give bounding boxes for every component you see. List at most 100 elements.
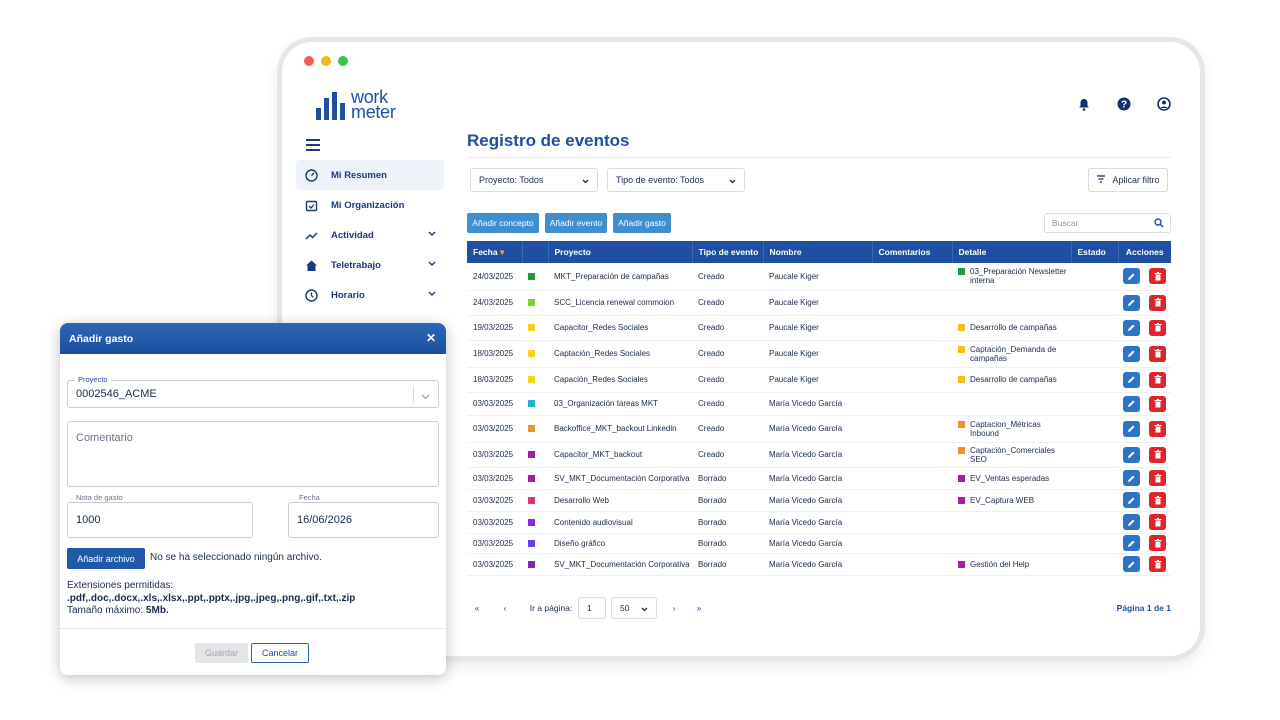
add-file-button[interactable]: Añadir archivo xyxy=(67,548,145,569)
proyecto-select[interactable]: 0002546_ACME xyxy=(67,380,439,408)
table-row[interactable]: 18/03/2025 Capación_Redes Sociales Creado P… xyxy=(467,367,1171,393)
edit-icon[interactable] xyxy=(1123,492,1140,508)
cell-nombre: María Vicedo García xyxy=(763,533,872,554)
cell-estado xyxy=(1071,392,1118,416)
next-page-icon[interactable]: › xyxy=(664,597,684,619)
prev-page-icon[interactable]: ‹ xyxy=(495,597,515,619)
delete-icon[interactable] xyxy=(1149,371,1166,388)
comentario-field[interactable]: Comentario xyxy=(67,421,439,487)
delete-icon[interactable] xyxy=(1149,395,1166,412)
maximize-window-dot[interactable] xyxy=(338,56,348,66)
delete-icon[interactable] xyxy=(1149,420,1166,437)
table-row[interactable]: 18/03/2025 Captación_Redes Sociales Creado… xyxy=(467,340,1171,368)
chevron-down-icon[interactable] xyxy=(428,229,436,240)
fecha-label: Fecha xyxy=(296,493,323,502)
edit-icon[interactable] xyxy=(1123,420,1140,437)
add-gasto-button[interactable]: Añadir gasto xyxy=(613,213,671,233)
col-header-tipo[interactable]: Tipo de evento xyxy=(692,241,764,263)
add-concepto-button[interactable]: Añadir concepto xyxy=(467,213,539,233)
delete-icon[interactable] xyxy=(1149,470,1166,486)
delete-icon[interactable] xyxy=(1149,514,1166,530)
edit-icon[interactable] xyxy=(1123,446,1140,463)
delete-icon[interactable] xyxy=(1149,294,1166,311)
edit-icon[interactable] xyxy=(1123,514,1140,530)
cell-proyecto: Contenido audiovisual xyxy=(548,511,692,534)
project-color-swatch xyxy=(528,496,535,504)
table-row[interactable]: 03/03/2025 03_Organización tareas MKT Crea… xyxy=(467,392,1171,416)
cell-acciones xyxy=(1118,489,1171,512)
col-header-nombre[interactable]: Nombre xyxy=(763,241,873,263)
edit-icon[interactable] xyxy=(1123,535,1140,551)
edit-icon[interactable] xyxy=(1123,319,1140,336)
chevron-down-icon[interactable] xyxy=(428,289,436,300)
delete-icon[interactable] xyxy=(1149,535,1166,551)
table-row[interactable]: 03/03/2025 Diseño gráfico Borrado María Vic… xyxy=(467,533,1171,554)
help-icon[interactable]: ? xyxy=(1116,96,1132,112)
sidebar-item-actividad[interactable]: Actividad xyxy=(296,220,444,250)
delete-icon[interactable] xyxy=(1149,492,1166,508)
save-button[interactable]: Guardar xyxy=(195,643,248,663)
cell-estado xyxy=(1071,533,1118,554)
search-input[interactable]: Buscar xyxy=(1044,213,1171,233)
edit-icon[interactable] xyxy=(1123,470,1140,486)
table-row[interactable]: 24/03/2025 MKT_Preparación de campañas Cre… xyxy=(467,263,1171,291)
sidebar-item-horario[interactable]: Horario xyxy=(296,280,444,310)
edit-icon[interactable] xyxy=(1123,268,1140,285)
close-icon[interactable]: ✕ xyxy=(426,331,436,345)
table-row[interactable]: 03/03/2025 Contenido audiovisual Borrado Ma… xyxy=(467,511,1171,534)
edit-icon[interactable] xyxy=(1123,556,1140,572)
cell-nombre: Paucale Kiger xyxy=(763,263,872,291)
col-header-proyecto[interactable]: Proyecto xyxy=(548,241,693,263)
edit-icon[interactable] xyxy=(1123,371,1140,388)
table-row[interactable]: 03/03/2025 Capacitor_MKT_backout Creado Mar… xyxy=(467,442,1171,468)
cell-nombre: María Vicedo García xyxy=(763,415,872,443)
delete-icon[interactable] xyxy=(1149,319,1166,336)
proyecto-filter-select[interactable]: Proyecto: Todos xyxy=(470,168,598,192)
col-header-comentarios[interactable]: Comentarios xyxy=(872,241,953,263)
table-row[interactable]: 03/03/2025 Desarrollo Web Borrado María Vic… xyxy=(467,489,1171,512)
col-header-estado[interactable]: Estado xyxy=(1071,241,1119,263)
table-body: 24/03/2025 MKT_Preparación de campañas Cre… xyxy=(467,263,1171,576)
table-row[interactable]: 03/03/2025 SV_MKT_Documentación Corporati… xyxy=(467,467,1171,490)
user-icon[interactable] xyxy=(1156,96,1172,112)
cancel-button[interactable]: Cancelar xyxy=(251,643,309,663)
first-page-icon[interactable]: « xyxy=(467,597,487,619)
tipo-evento-filter-select[interactable]: Tipo de evento: Todos xyxy=(607,168,745,192)
col-header-fecha[interactable]: Fecha ▾ xyxy=(467,241,523,263)
table-row[interactable]: 03/03/2025 Backoffice_MKT_backout Linkedi… xyxy=(467,415,1171,443)
nota-gasto-field[interactable]: 1000 xyxy=(67,502,253,538)
chevron-down-icon[interactable] xyxy=(428,259,436,270)
menu-icon[interactable] xyxy=(306,139,320,154)
bell-icon[interactable] xyxy=(1076,96,1092,112)
edit-icon[interactable] xyxy=(1123,395,1140,412)
delete-icon[interactable] xyxy=(1149,345,1166,362)
fecha-field[interactable]: 16/06/2026 xyxy=(288,502,439,538)
close-window-dot[interactable] xyxy=(304,56,314,66)
per-page-select[interactable]: 50 xyxy=(611,597,657,619)
detalle-color-swatch xyxy=(958,474,965,482)
cell-tipo: Borrado xyxy=(692,511,763,534)
delete-icon[interactable] xyxy=(1149,556,1166,572)
edit-icon[interactable] xyxy=(1123,345,1140,362)
sidebar-item-label: Mi Organización xyxy=(331,199,405,211)
table-row[interactable]: 03/03/2025 SV_MKT_Documentación Corporati… xyxy=(467,553,1171,576)
last-page-icon[interactable]: » xyxy=(689,597,709,619)
minimize-window-dot[interactable] xyxy=(321,56,331,66)
edit-icon[interactable] xyxy=(1123,294,1140,311)
sidebar-item-teletrabajo[interactable]: Teletrabajo xyxy=(296,250,444,280)
col-header-detalle[interactable]: Detalle xyxy=(952,241,1072,263)
apply-filter-button[interactable]: Aplicar filtro xyxy=(1088,168,1168,192)
search-placeholder: Buscar xyxy=(1052,218,1079,228)
table-row[interactable]: 19/03/2025 Capacitor_Redes Sociales Creado… xyxy=(467,315,1171,341)
sidebar-item-mi-resumen[interactable]: Mi Resumen xyxy=(296,160,444,190)
delete-icon[interactable] xyxy=(1149,446,1166,463)
chevron-down-icon xyxy=(421,391,430,403)
add-evento-button[interactable]: Añadir evento xyxy=(545,213,607,233)
sidebar-item-mi-organizacion[interactable]: Mi Organización xyxy=(296,190,444,220)
cell-detalle-text: Desarrollo de campañas xyxy=(970,323,1057,332)
goto-page-input[interactable]: 1 xyxy=(578,597,606,619)
search-icon[interactable] xyxy=(1154,218,1164,230)
delete-icon[interactable] xyxy=(1149,268,1166,285)
cell-color xyxy=(522,367,548,393)
table-row[interactable]: 24/03/2025 SCC_Licencia renewal commoion C… xyxy=(467,290,1171,316)
